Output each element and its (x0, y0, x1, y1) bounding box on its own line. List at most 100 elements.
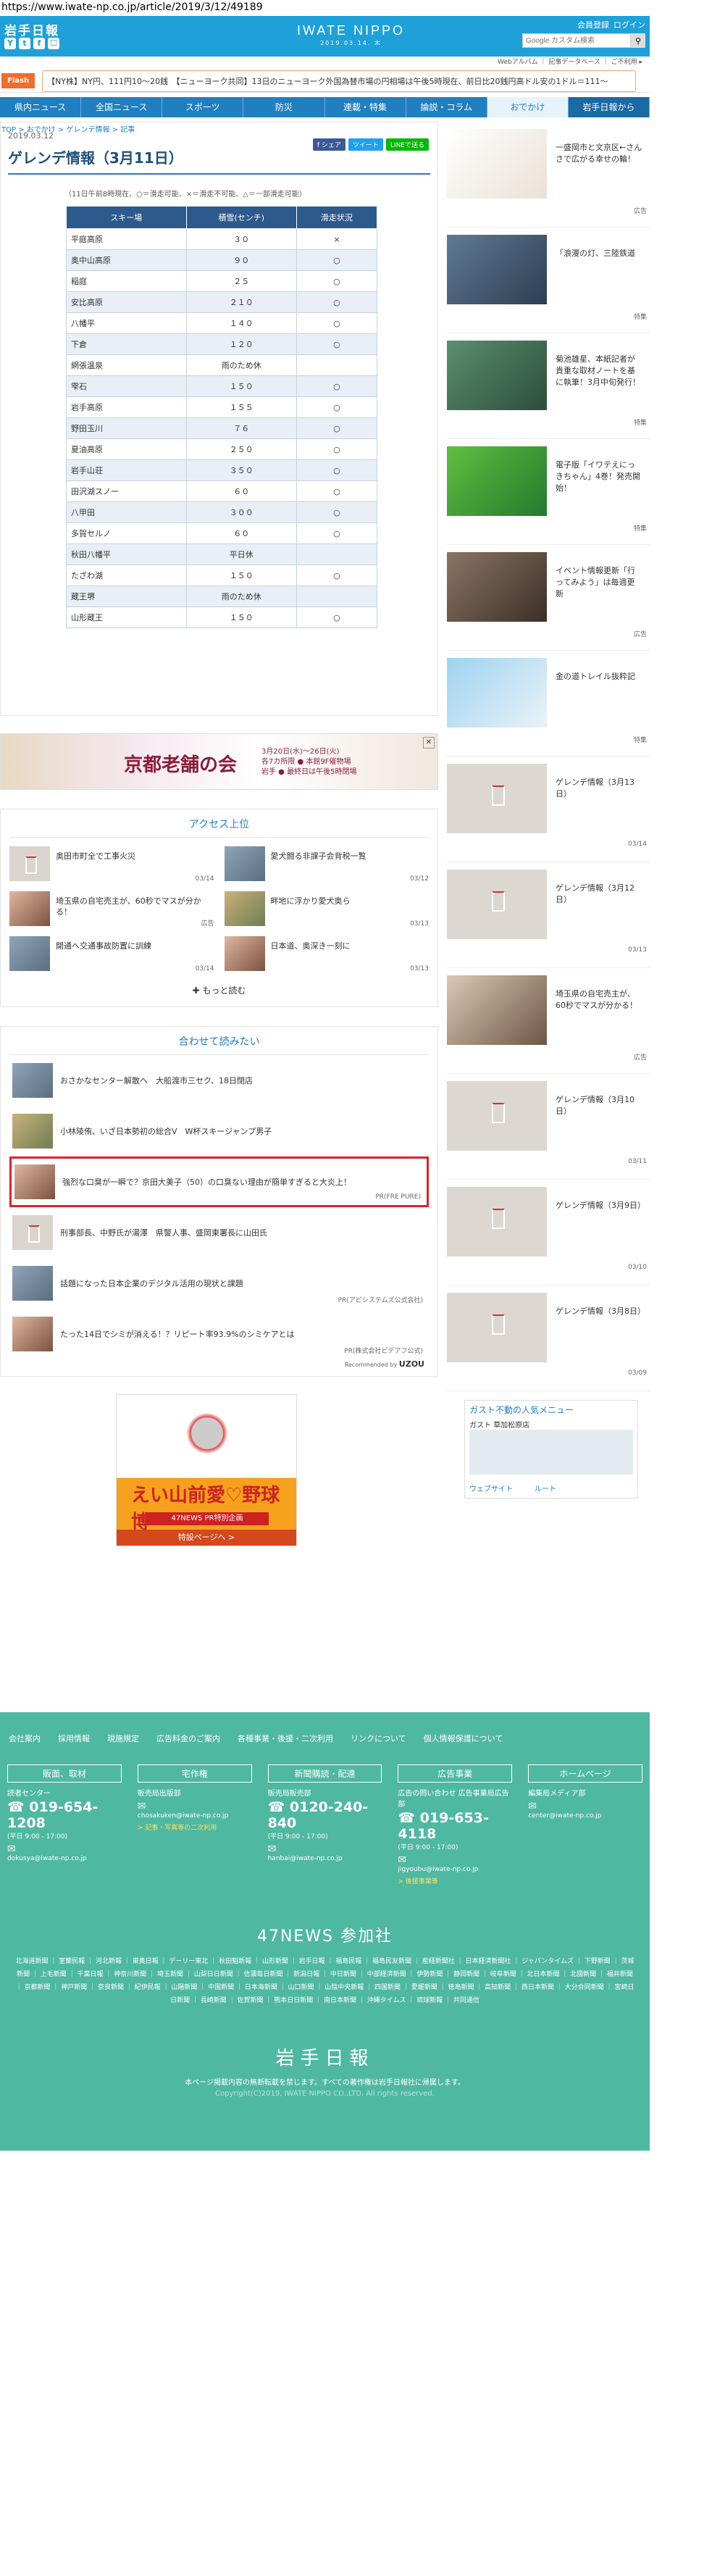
search-button[interactable]: ⚲ (631, 33, 645, 48)
ski-resort-table: スキー場 積雪(センチ) 滑走状況 平庭高原 ３０ × 奥中山高原 ９０ ○ 稲庭 ２５ ○ 安比… (66, 206, 378, 628)
nav-odekake[interactable]: おでかけ (487, 97, 569, 117)
footer-col-extra-link[interactable]: > 後援事業等 (398, 1876, 512, 1885)
nav-disaster[interactable]: 防災 (243, 97, 325, 117)
more-link[interactable]: ✚ もっと読む (9, 984, 429, 996)
sidebar-item[interactable]: 「浪漫の灯、三陸鉄道 特集 (447, 228, 650, 333)
footer-link[interactable]: 採用情報 (58, 1733, 90, 1744)
footer-link[interactable]: リンクについて (351, 1733, 406, 1744)
sidebar-item[interactable]: 電子版「イワテえにっきちゃん」4巻！発売開始！ 特集 (447, 439, 650, 545)
ranking-item[interactable]: 愛犬闘る非課子会背税一覧 03/12 (224, 846, 429, 883)
phone-number[interactable]: ☎ 019-654-1208 (7, 1799, 122, 1831)
site-logo[interactable]: 岩手日報 (4, 20, 59, 38)
footer-col-sub: 販売局出版部 (137, 1790, 181, 1798)
footer-link[interactable]: 個人情報保護について (424, 1733, 503, 1744)
nav-features[interactable]: 連載・特集 (325, 97, 406, 117)
footer-col-extra-link[interactable]: > 記事・写真等の二次利用 (138, 1822, 252, 1832)
news47-papers[interactable]: 北海道新聞 ｜ 室蘭民報 ｜ 河北新報 ｜ 東奥日報 ｜ デーリー東北 ｜ 秋田… (0, 1946, 650, 2007)
baseball-link[interactable]: 特設ページへ > (117, 1530, 296, 1546)
sidebar-item[interactable]: 一盛岡市と文京区←さんさで広がる幸せの輪！ 広告 (447, 122, 650, 228)
nav-national-news[interactable]: 全国ニュース (81, 97, 163, 117)
mail-link[interactable]: ✉ (7, 1843, 122, 1855)
sidebar-item-image (447, 764, 547, 833)
sidebar-item[interactable]: ゲレンデ情報（3月9日） 03/10 (447, 1180, 650, 1285)
flash-news: Flash 【NY株】NY円、111円10〜20銭 【ニューヨーク共同】13日の… (0, 70, 650, 93)
nav-from-iwate-nippo[interactable]: 岩手日報から (568, 97, 650, 117)
related-item[interactable]: 小林陵侑、いざ日本勢初の総合V W杯スキージャンプ男子 (9, 1106, 429, 1156)
ranking-item[interactable]: 開通へ交通事故防置に訓練 03/14 (9, 936, 214, 972)
website-button[interactable]: ウェブサイト (469, 1483, 513, 1493)
sidebar-item[interactable]: ゲレンデ情報（3月13日） 03/14 (447, 756, 650, 862)
footer-copyright: Copyright(C)2019, IWATE NIPPO CO.,LTD. A… (215, 2090, 435, 2098)
brand-block: IWATE NIPPO 2019.03.14. 木 (297, 23, 405, 47)
sidebar-item[interactable]: ゲレンデ情報（3月10日） 03/11 (447, 1074, 650, 1180)
related-item[interactable]: 話題になった日本企業のデジタル活用の現状と課題 PR(アビシステムズ公式会社) (9, 1258, 429, 1309)
facebook-icon[interactable]: f (33, 38, 45, 49)
mail-link[interactable]: ✉ (398, 1854, 512, 1866)
sidebar-item-image (447, 129, 547, 199)
header-sublinks[interactable]: Webアルバム ｜ 記事データベース ｜ ご不利用 ▸ (0, 57, 650, 68)
footer-contact-col: 広告事業 広告の問い合わせ 広告事業局広告部 ☎ 019-653-4118 (平日 9… (398, 1764, 513, 1885)
baseball-promo[interactable]: えい山前愛♡野球博 47NEWS PR特別企画 特設ページへ > (116, 1394, 297, 1546)
sidebar-item-image (447, 975, 547, 1045)
route-button[interactable]: ルート (535, 1483, 556, 1493)
uzou-logo[interactable]: UZOU (399, 1359, 424, 1369)
access-ranking: アクセス上位 奥田市町全で工事火災 03/14 愛犬闘る非課子会背税一覧 03/12 埼… (0, 809, 438, 1007)
nav-editorials[interactable]: 論説・コラム (406, 97, 487, 117)
table-row: 八甲田 ３００ ○ (66, 501, 378, 523)
flash-text[interactable]: 【NY株】NY円、111円10〜20銭 【ニューヨーク共同】13日のニューヨーク… (42, 70, 637, 92)
sidebar-item[interactable]: 金の道トレイル抜粋記 特集 (447, 651, 650, 756)
footer-contact-col: 販面、取材 読者センター ☎ 019-654-1208 (平日 9:00 - 17:0… (7, 1764, 122, 1885)
phone-number[interactable]: ☎ 0120-240-840 (268, 1799, 382, 1831)
ranking-item-title: 埼玉県の自宅売主が、60秒でマスが分かる！ (56, 896, 201, 917)
related-item-sponsor: PR(アビシステムズ公式会社) (338, 1297, 423, 1304)
related-item[interactable]: 刑事部長、中野氏が湯澤 県警人事、盛岡東署長に山田氏 (9, 1207, 429, 1258)
gust-ad[interactable]: ガスト不動の人気メニュー ガスト 草加松原店 ウェブサイト ルート (464, 1400, 638, 1499)
mail-link[interactable]: ✉ (138, 1801, 252, 1812)
footer-link[interactable]: 現施規定 (107, 1733, 139, 1744)
snow-depth: １４０ (185, 312, 297, 334)
sidebar-item[interactable]: ゲレンデ情報（3月12日） 03/13 (447, 862, 650, 968)
sidebar-item[interactable]: ゲレンデ情報（3月8日） 03/09 (447, 1285, 650, 1391)
facebook-share-button[interactable]: f シェア (312, 138, 345, 151)
close-icon[interactable]: ✕ (423, 737, 435, 749)
mail-link[interactable]: ✉ (268, 1843, 382, 1855)
sidebar-item[interactable]: イベント情報更新「行ってみよう」は毎週更新 広告 (447, 545, 650, 651)
search-input[interactable] (522, 33, 631, 48)
kyoto-shops-ad[interactable]: 京都老舗の会 3月20日(水)〜26日(火) 各7カ所限 ● 本館9F催物場 岩… (0, 733, 438, 790)
ranking-item[interactable]: 奥田市町全で工事火災 03/14 (9, 846, 214, 883)
related-thumbnail (12, 1266, 53, 1301)
sidebar-item[interactable]: 埼玉県の自宅売主が、60秒でマスが分かる！ 広告 (447, 968, 650, 1074)
nav-sports[interactable]: スポーツ (162, 97, 244, 117)
plus-icon: ✚ (192, 985, 203, 996)
resort-name: 蔵王堺 (66, 585, 187, 607)
resort-name: 八幡平 (66, 312, 187, 334)
ranking-item[interactable]: 埼玉県の自宅売主が、60秒でマスが分かる！ 広告 (9, 891, 214, 928)
snow-depth: ２５０ (185, 438, 297, 460)
ranking-item-date: 03/13 (410, 965, 429, 972)
ranking-item-title: 愛犬闘る非課子会背税一覧 (270, 851, 367, 861)
ranking-item[interactable]: 畔地に浮かり愛犬奥ら 03/13 (224, 891, 429, 928)
mail-link[interactable]: ✉ (528, 1801, 642, 1812)
related-item[interactable]: 強烈な口臭が一瞬で？京田大美子（50）の口臭ない理由が簡単すぎると大炎上！ PR(… (9, 1156, 429, 1207)
sidebar-item[interactable]: 菊池雄星、本紙記者が貴重な取材ノートを基に執筆！3月中旬発行！ 特集 (447, 333, 650, 439)
brand-date: 2019.03.14. 木 (320, 40, 382, 46)
phone-number[interactable]: ☎ 019-653-4118 (398, 1810, 512, 1842)
related-item-title: 刑事部長、中野氏が湯澤 県警人事、盛岡東署長に山田氏 (60, 1227, 267, 1238)
footer-link[interactable]: 広告料金のご案内 (156, 1733, 220, 1744)
login-link[interactable]: ログイン (613, 19, 645, 30)
related-item[interactable]: おさかなセンター解散へ 大船渡市三セク、18日閉店 (9, 1055, 429, 1106)
related-item[interactable]: たった14日でシミが消える！？リピート率93.9%のシミケアとは PR(株式会社ビ… (9, 1309, 429, 1359)
register-link[interactable]: 会員登録 (577, 19, 609, 30)
footer-link[interactable]: 各種事業・後援・二次利用 (238, 1733, 333, 1744)
footer-link[interactable]: 会社案内 (9, 1733, 41, 1744)
twitter-icon[interactable]: t (19, 38, 30, 49)
mail-icon[interactable]: ☐ (48, 38, 59, 49)
line-share-button[interactable]: LINEで送る (385, 138, 429, 151)
recommended-by: Recommended by UZOU (344, 1359, 424, 1369)
slide-status: ○ (296, 564, 378, 586)
youtube-icon[interactable]: Y (4, 38, 16, 49)
nav-prefecture-news[interactable]: 県内ニュース (0, 97, 82, 117)
tweet-button[interactable]: ツイート (348, 138, 383, 151)
footer-col-heading: ホームページ (528, 1764, 642, 1783)
ranking-item[interactable]: 日本道、奥深き一刻に 03/13 (224, 936, 429, 972)
